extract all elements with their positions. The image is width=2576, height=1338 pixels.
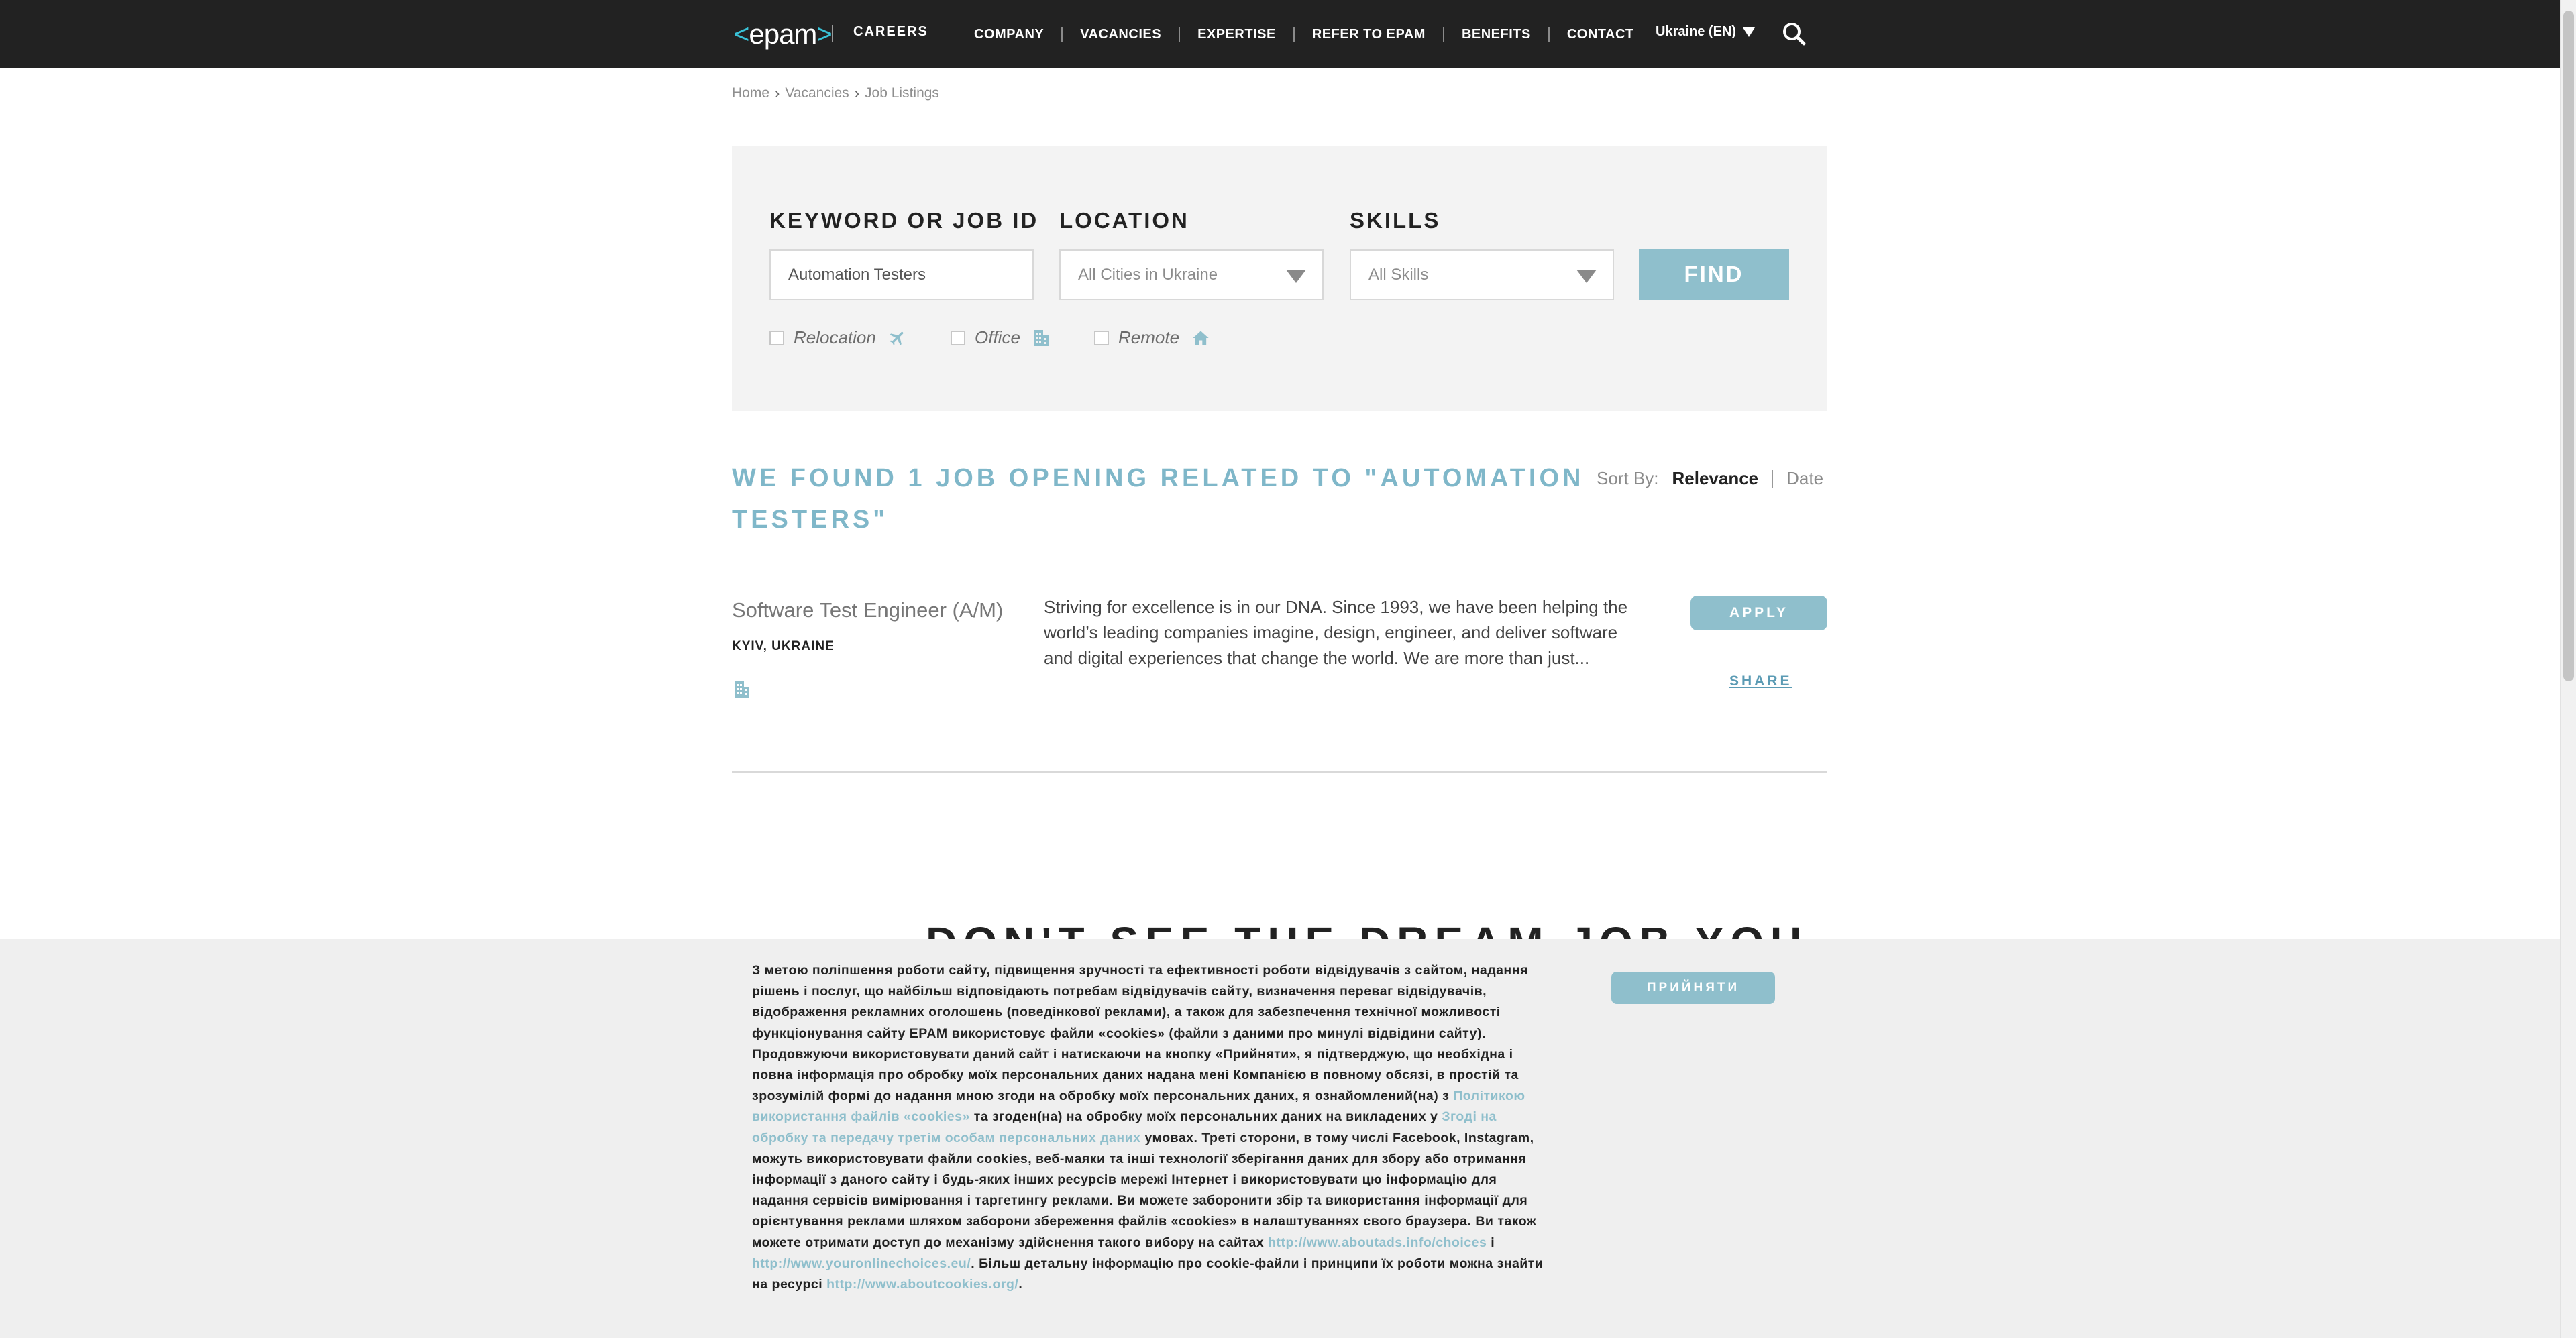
nav-contact[interactable]: CONTACT	[1567, 27, 1634, 42]
find-button[interactable]: FIND	[1639, 249, 1789, 300]
remote-label: Remote	[1118, 327, 1180, 347]
top-navigation-bar: < epam > CAREERS COMPANY VACANCIES EXPERTI…	[0, 0, 2560, 68]
remote-checkbox[interactable]	[1094, 330, 1109, 345]
keyword-input-value: Automation Testers	[788, 266, 926, 284]
youronlinechoices-link[interactable]: http://www.youronlinechoices.eu/	[752, 1256, 971, 1271]
breadcrumb: Home › Vacancies › Job Listings	[732, 85, 939, 102]
cookie-text-part: та згоден(на) на обробку моїх персональн…	[973, 1109, 1438, 1125]
job-search-panel: KEYWORD OR JOB ID LOCATION SKILLS Automa…	[732, 146, 1827, 411]
aboutcookies-link[interactable]: http://www.aboutcookies.org/	[826, 1277, 1018, 1292]
skills-select[interactable]: All Skills	[1350, 249, 1614, 300]
skills-select-value: All Skills	[1368, 266, 1429, 284]
main-nav: COMPANY VACANCIES EXPERTISE REFER TO EPA…	[974, 24, 1634, 44]
keyword-label: KEYWORD OR JOB ID	[769, 208, 1039, 233]
results-divider	[732, 771, 1827, 773]
nav-divider	[1061, 27, 1063, 42]
keyword-input[interactable]: Automation Testers	[769, 249, 1034, 300]
nav-benefits[interactable]: BENEFITS	[1462, 27, 1531, 42]
skills-label: SKILLS	[1350, 208, 1441, 233]
nav-divider	[1179, 27, 1181, 42]
careers-label[interactable]: CAREERS	[853, 24, 928, 40]
sort-date[interactable]: Date	[1786, 468, 1823, 489]
language-label: Ukraine (EN)	[1656, 24, 1737, 39]
location-select[interactable]: All Cities in Ukraine	[1059, 249, 1324, 300]
chevron-down-icon	[1286, 270, 1306, 283]
chevron-right-icon: ›	[854, 85, 860, 101]
accept-cookies-button[interactable]: ПРИЙНЯТИ	[1611, 972, 1775, 1004]
page-scrollbar[interactable]	[2560, 0, 2576, 1338]
relocation-checkbox[interactable]	[769, 330, 784, 345]
home-icon	[1193, 331, 1209, 345]
breadcrumb-job-listings: Job Listings	[865, 85, 939, 101]
office-filter[interactable]: Office	[951, 327, 1050, 348]
nav-vacancies[interactable]: VACANCIES	[1080, 27, 1161, 42]
nav-divider	[1548, 27, 1550, 42]
nav-divider	[1293, 27, 1295, 42]
chevron-down-icon	[1576, 270, 1597, 283]
logo-text: epam	[749, 18, 817, 50]
search-icon[interactable]	[1782, 21, 1806, 46]
chevron-down-icon	[1743, 27, 1756, 37]
location-label: LOCATION	[1059, 208, 1189, 233]
apply-button[interactable]: APPLY	[1690, 596, 1827, 630]
results-title: WE FOUND 1 JOB OPENING RELATED TO "AUTOM…	[732, 464, 1585, 534]
job-title-link[interactable]: Software Test Engineer (A/M)	[732, 598, 1003, 622]
relocation-label: Relocation	[794, 327, 876, 347]
nav-company[interactable]: COMPANY	[974, 27, 1044, 42]
office-building-icon	[1033, 329, 1049, 346]
remote-filter[interactable]: Remote	[1094, 327, 1210, 348]
job-description: Striving for excellence is in our DNA. S…	[1044, 597, 1628, 668]
logo-divider	[832, 25, 833, 42]
office-label: Office	[975, 327, 1020, 347]
relocation-filter[interactable]: Relocation	[769, 327, 907, 348]
cookie-text: З метою поліпшення роботи сайту, підвище…	[752, 960, 1544, 1295]
breadcrumb-home[interactable]: Home	[732, 85, 769, 101]
logo-left-bracket: <	[734, 19, 749, 49]
aboutads-link[interactable]: http://www.aboutads.info/choices	[1268, 1235, 1487, 1250]
breadcrumb-vacancies[interactable]: Vacancies	[785, 85, 849, 101]
epam-logo[interactable]: < epam >	[734, 17, 833, 51]
cookie-text-part: З метою поліпшення роботи сайту, підвище…	[752, 963, 1528, 1104]
share-link[interactable]: SHARE	[1729, 673, 1792, 689]
logo-right-bracket: >	[816, 19, 832, 49]
scrollbar-thumb[interactable]	[2563, 11, 2574, 681]
cookie-consent-banner: З метою поліпшення роботи сайту, підвище…	[0, 939, 2560, 1338]
office-building-icon	[735, 681, 749, 698]
office-checkbox[interactable]	[951, 330, 965, 345]
sort-by-label: Sort By:	[1597, 468, 1659, 488]
sort-controls: Sort By: Relevance Date	[1597, 468, 1823, 489]
airplane-icon	[890, 331, 904, 345]
chevron-right-icon: ›	[775, 85, 780, 101]
nav-expertise[interactable]: EXPERTISE	[1197, 27, 1276, 42]
cookie-text-part: умовах. Треті сторони, в тому числі Face…	[752, 1130, 1537, 1250]
nav-refer-to-epam[interactable]: REFER TO EPAM	[1312, 27, 1426, 42]
nav-divider	[1442, 27, 1444, 42]
sort-relevance[interactable]: Relevance	[1672, 468, 1758, 489]
location-select-value: All Cities in Ukraine	[1078, 266, 1218, 284]
sort-divider	[1772, 469, 1774, 488]
cookie-text-part: і	[1491, 1235, 1495, 1250]
language-selector[interactable]: Ukraine (EN)	[1656, 24, 1756, 40]
job-location: KYIV, UKRAINE	[732, 639, 835, 653]
cookie-text-part: .	[1018, 1277, 1023, 1292]
